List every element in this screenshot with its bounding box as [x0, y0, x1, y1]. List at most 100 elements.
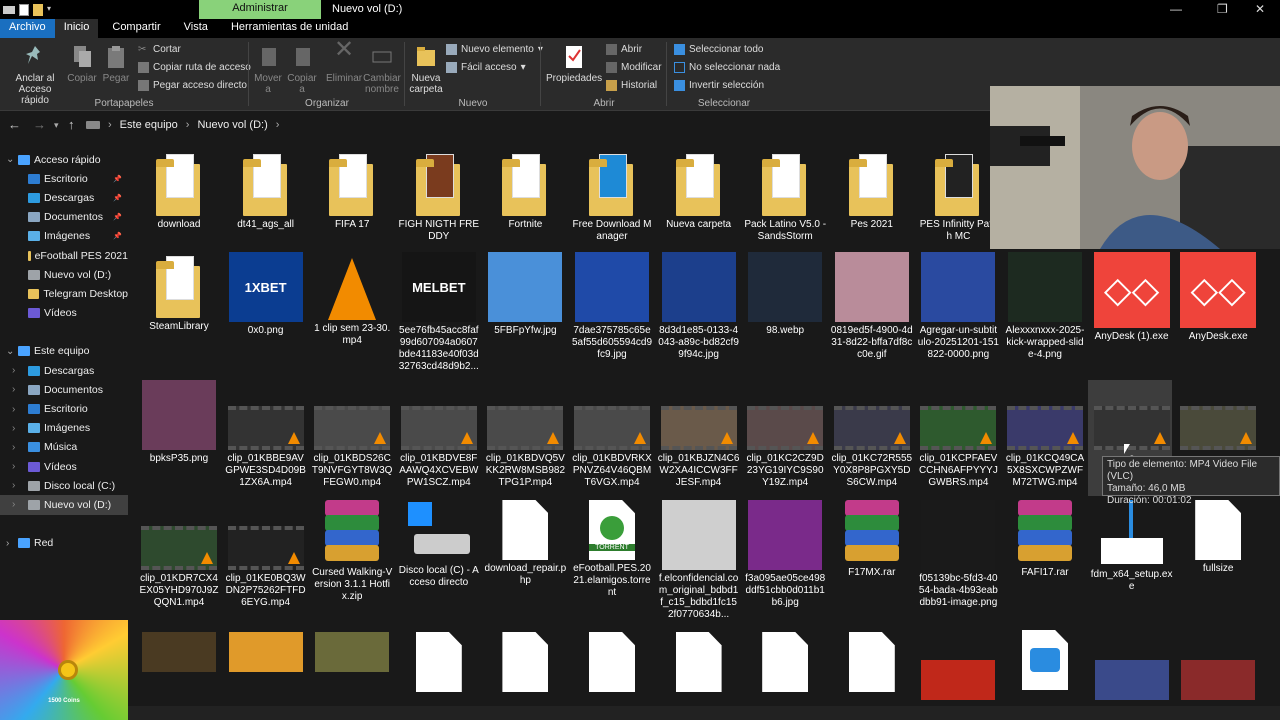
tab-share[interactable]: Compartir	[98, 19, 169, 38]
expand-chevron-icon[interactable]: ›	[12, 480, 15, 491]
minimize-button[interactable]: —	[1170, 2, 1182, 16]
move-to-button[interactable]: Mover a	[252, 44, 284, 95]
copy-path-button[interactable]: Copiar ruta de acceso	[138, 62, 251, 73]
file-item[interactable]: 7dae375785c65e5af55d605594cd9fc9.jpg	[570, 252, 654, 361]
sidebar-item[interactable]: Escritorio 📌	[0, 169, 128, 188]
file-item[interactable]: Agregar-un-subtitulo-20251201-151822-000…	[916, 252, 1000, 361]
file-item[interactable]: 5FBFpYfw.jpg	[483, 252, 567, 337]
file-item[interactable]: ◇◇ AnyDesk.exe	[1176, 252, 1260, 343]
new-folder-icon[interactable]	[33, 3, 43, 16]
file-item[interactable]: TORRENT eFootball.PES.2021.elamigos.torre…	[570, 500, 654, 599]
file-item[interactable]: Alexxxnxxx-2025-kick-wrapped-slide-4.png	[1003, 252, 1087, 361]
copy-to-button[interactable]: Copiar a	[286, 44, 318, 95]
file-item[interactable]: Pack Latino V5.0 - SandsStorm	[743, 150, 827, 243]
file-item[interactable]: f3a095ae05ce498ddf51cbb0d011b1b6.jpg	[743, 500, 827, 609]
expand-chevron-icon[interactable]: ›	[12, 423, 15, 434]
up-arrow-icon[interactable]: ↑	[68, 117, 75, 132]
paste-button[interactable]: Pegar	[100, 44, 132, 84]
expand-chevron-icon[interactable]: ⌄	[6, 154, 18, 165]
file-item[interactable]: clip_01KDR7CX4EX05YHD970J9ZQQN1.mp4	[137, 500, 221, 609]
file-item[interactable]: clip_01KBDVRKXPNVZ64V46QBMT6VGX.mp4	[570, 380, 654, 489]
new-item-button[interactable]: Nuevo elemento▾	[446, 44, 543, 55]
file-item[interactable]: 1 clip sem 23-30.mp4	[310, 252, 394, 347]
file-item[interactable]: clip_01KC2CZ9D23YG19IYC9S90Y19Z.mp4	[743, 380, 827, 489]
file-item[interactable]: download	[137, 150, 221, 231]
invert-selection-button[interactable]: Invertir selección	[674, 80, 764, 91]
file-item[interactable]: PES Infinitty Patch MC	[916, 150, 1000, 243]
file-item[interactable]: clip_01KBDVQ5VKK2RW8MSB982TPG1P.mp4	[483, 380, 567, 489]
breadcrumb-item[interactable]: Este equipo	[120, 119, 178, 131]
file-item[interactable]: 98.webp	[743, 252, 827, 337]
expand-chevron-icon[interactable]: ›	[12, 499, 15, 510]
tab-home[interactable]: Inicio	[54, 19, 99, 38]
forward-arrow-icon[interactable]: →	[33, 117, 46, 132]
file-item[interactable]: clip_01KBDS26CT9NVFGYT8W3QFEGW0.mp4	[310, 380, 394, 489]
file-item[interactable]	[1176, 380, 1260, 453]
file-item[interactable]	[570, 630, 654, 695]
file-item[interactable]: SteamLibrary	[137, 252, 221, 333]
file-item[interactable]: f05139bc-5fd3-4054-bada-4b93eabdbb91-ima…	[916, 500, 1000, 609]
file-item[interactable]: FIFA 17	[310, 150, 394, 231]
pin-quick-access-button[interactable]: Anclar al Acceso rápido	[4, 44, 66, 106]
file-item[interactable]: clip_01KCPFAEVCCHN6AFPYYYJGWBRS.mp4	[916, 380, 1000, 489]
file-item[interactable]: bpksP35.png	[137, 380, 221, 465]
file-item[interactable]	[916, 630, 1000, 703]
file-item[interactable]	[310, 630, 394, 675]
cut-button[interactable]: ✂ Cortar	[138, 44, 181, 55]
sidebar-item[interactable]: › Disco local (C:)	[0, 476, 128, 495]
select-none-button[interactable]: No seleccionar nada	[674, 62, 780, 73]
history-button[interactable]: Historial	[606, 80, 657, 91]
open-button[interactable]: Abrir	[606, 44, 642, 55]
properties-button[interactable]: Propiedades	[546, 44, 602, 84]
expand-chevron-icon[interactable]: ›	[6, 538, 18, 549]
file-item[interactable]	[1090, 630, 1174, 703]
file-item[interactable]	[397, 630, 481, 695]
file-item[interactable]: clip_01KE0BQ3WDN2P75262FTFD6EYG.mp4	[224, 500, 308, 609]
file-item[interactable]: Free Download Manager	[570, 150, 654, 243]
expand-chevron-icon[interactable]: ›	[12, 442, 15, 453]
file-item[interactable]: clip_01KBDVE8FAAWQ4XCVEBWPW1SCZ.mp4	[397, 380, 481, 489]
sidebar-item[interactable]: eFootball PES 2021	[0, 246, 128, 265]
new-folder-button[interactable]: Nueva carpeta	[408, 44, 444, 95]
sidebar-item[interactable]: › Descargas	[0, 361, 128, 380]
file-item[interactable]: Pes 2021	[830, 150, 914, 231]
paste-shortcut-button[interactable]: Pegar acceso directo	[138, 80, 247, 91]
file-item[interactable]: c	[1090, 380, 1174, 465]
file-item[interactable]	[743, 630, 827, 695]
file-item[interactable]: 1XBET 0x0.png	[224, 252, 308, 337]
recent-locations-icon[interactable]: ▾	[54, 120, 59, 131]
expand-chevron-icon[interactable]: ⌄	[6, 346, 18, 357]
sidebar-item[interactable]: › Escritorio	[0, 399, 128, 418]
sidebar-item[interactable]: › Nuevo vol (D:)	[0, 495, 128, 515]
sidebar-item[interactable]: › Vídeos	[0, 457, 128, 476]
rename-button[interactable]: Cambiar nombre	[362, 44, 402, 95]
file-item[interactable]: ◇◇ AnyDesk (1).exe	[1090, 252, 1174, 343]
file-item[interactable]: F17MX.rar	[830, 500, 914, 579]
breadcrumb[interactable]: › Este equipo › Nuevo vol (D:) ›	[86, 116, 986, 134]
file-item[interactable]: 0819ed5f-4900-4d31-8d22-bffa7df8cc0e.gif	[830, 252, 914, 361]
context-tab-manage[interactable]: Administrar	[199, 0, 321, 19]
sidebar-item[interactable]: ⌄ Acceso rápido	[0, 150, 128, 169]
file-item[interactable]: MELBET 5ee76fb45acc8faf99d607094a0607bde4…	[397, 252, 481, 373]
expand-chevron-icon[interactable]: ›	[12, 404, 15, 415]
close-button[interactable]: ✕	[1255, 2, 1265, 16]
sidebar-item[interactable]: › Imágenes	[0, 419, 128, 438]
file-item[interactable]: FAFI17.rar	[1003, 500, 1087, 579]
file-item[interactable]: clip_01KBBE9AVGPWE3SD4D09B1ZX6A.mp4	[224, 380, 308, 489]
file-item[interactable]	[657, 630, 741, 695]
select-all-button[interactable]: Seleccionar todo	[674, 44, 764, 55]
copy-button[interactable]: Copiar	[66, 44, 98, 84]
sidebar-item[interactable]: › Documentos	[0, 380, 128, 399]
sidebar-item[interactable]: Descargas 📌	[0, 188, 128, 207]
file-item[interactable]: Fortnite	[483, 150, 567, 231]
expand-chevron-icon[interactable]: ›	[12, 365, 15, 376]
file-item[interactable]: FIGH NIGTH FREDDY	[397, 150, 481, 243]
tab-view[interactable]: Vista	[170, 19, 217, 38]
qat-dropdown-icon[interactable]: ▾	[47, 4, 55, 16]
sidebar-item[interactable]: › Música	[0, 438, 128, 457]
properties-icon[interactable]	[19, 3, 29, 16]
sidebar-item[interactable]: Documentos 📌	[0, 208, 128, 227]
tab-file[interactable]: Archivo	[0, 19, 55, 38]
expand-chevron-icon[interactable]: ›	[12, 384, 15, 395]
sidebar-item[interactable]: › Red	[0, 534, 128, 553]
